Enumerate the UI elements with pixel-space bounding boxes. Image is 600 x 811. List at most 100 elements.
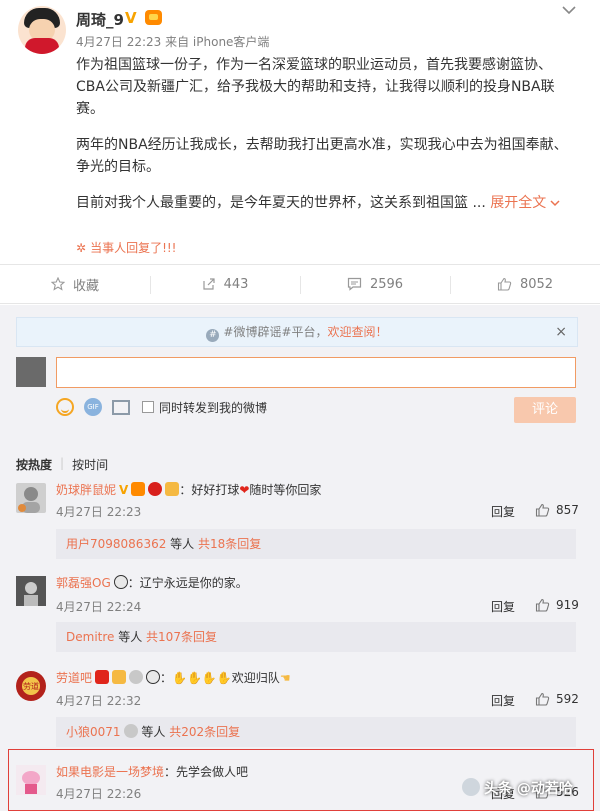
comment-line: 郭磊强OG ：辽宁永远是你的家。 (56, 574, 248, 591)
rumor-notice-bar: # #微博辟谣#平台，欢迎查阅！ × (16, 317, 578, 347)
post-paragraph: 目前对我个人最重要的，是今年夏天的世界杯，这关系到祖国篮 ... 展开全文 (76, 192, 568, 214)
comment-line: 劳道吧 ：✋✋✋✋欢迎归队☚ (56, 669, 291, 686)
verified-icon: V (125, 9, 137, 27)
sort-tabs: 按热度 | 按时间 (16, 456, 116, 473)
commenter-avatar[interactable] (16, 576, 46, 606)
chevron-down-icon[interactable] (562, 3, 578, 17)
panda-icon (146, 670, 161, 684)
comment-text: ：辽宁永远是你的家。 (127, 576, 248, 590)
sub-reply-mid: 等人 (137, 725, 170, 739)
reply-button[interactable]: 回复 (491, 598, 515, 615)
reply-button[interactable]: 回复 (491, 692, 515, 709)
tab-sort-hot[interactable]: 按热度 (16, 456, 52, 473)
repost-button[interactable]: 443 (150, 265, 300, 303)
expand-chevron-icon[interactable] (550, 192, 560, 214)
vip-crown-icon (145, 10, 162, 25)
star-icon (50, 277, 65, 291)
sub-reply-user[interactable]: 用户7098086362 (66, 537, 166, 551)
hashtag-icon: # (206, 329, 220, 342)
comment-like-button[interactable]: 857 (535, 503, 579, 517)
commenter-name[interactable]: 劳道吧 (56, 671, 92, 685)
comment-like-count: 919 (556, 598, 579, 612)
comment-date: 4月27日 22:32 (56, 694, 142, 708)
composer-toolbar: GIF 同时转发到我的微博 (56, 397, 267, 417)
thumbs-up-icon (535, 503, 550, 517)
comment-like-button[interactable]: 919 (535, 598, 579, 612)
gif-icon[interactable]: GIF (84, 398, 102, 416)
sub-reply-count[interactable]: 共18条回复 (198, 537, 261, 551)
thumbs-up-icon (497, 277, 512, 291)
my-avatar (16, 357, 46, 387)
watermark: 头条 @动若哈 (462, 778, 573, 798)
watermark-logo-icon (462, 778, 480, 796)
comment-like-button[interactable]: 592 (535, 692, 579, 706)
share-icon (202, 278, 215, 290)
sub-replies-box[interactable]: 小狼0071 等人 共202条回复 (56, 717, 576, 747)
notice-link[interactable]: 欢迎查阅！ (328, 325, 388, 339)
tab-separator: | (60, 456, 65, 470)
vip-crown-icon (131, 482, 146, 496)
emoji-icon[interactable] (56, 398, 74, 416)
sub-reply-count[interactable]: 共202条回复 (169, 725, 240, 739)
comment-icon (347, 277, 362, 291)
sub-replies-box[interactable]: Demitre 等人 共107条回复 (56, 622, 576, 652)
image-icon[interactable] (112, 399, 130, 415)
sparkle-icon: ✲ (76, 241, 87, 255)
svg-text:劳道: 劳道 (23, 681, 39, 691)
comment-count: 2596 (369, 276, 404, 292)
close-icon[interactable]: × (555, 318, 567, 346)
comment-like-count: 857 (556, 503, 579, 517)
like-button[interactable]: 8052 (450, 265, 600, 303)
weibo-post: 周琦_9 V 4月27日 22:23 来自 iPhone客户端 作为祖国篮球一份… (0, 0, 600, 262)
favorite-button[interactable]: 收藏 (0, 265, 150, 303)
commenter-avatar[interactable]: 劳道 (16, 671, 46, 701)
tab-sort-time[interactable]: 按时间 (72, 456, 108, 473)
repost-checkbox-label[interactable]: 同时转发到我的微博 (159, 399, 267, 416)
clapping-icons: ✋✋✋✋ (172, 671, 232, 685)
comment-like-count: 592 (556, 692, 579, 706)
commenter-avatar[interactable] (16, 483, 46, 513)
comment-text: ： (160, 671, 173, 685)
post-paragraph: 两年的NBA经历让我成长，去帮助我打出更高水准，实现我心中去为祖国奉献、争光的目… (76, 137, 568, 175)
comment-line: 奶球胖鼠妮 V ：好好打球❤随时等你回家 (56, 481, 321, 498)
party-reply-note[interactable]: ✲ 当事人回复了!!! (76, 239, 177, 256)
sub-reply-user[interactable]: 小狼0071 (66, 725, 121, 739)
medal-icon (148, 482, 163, 496)
sub-reply-mid: 等人 (114, 630, 147, 644)
verified-red-icon (95, 670, 110, 684)
action-bar: 收藏 443 2596 8052 (0, 264, 600, 304)
author-avatar[interactable] (18, 6, 66, 54)
comment-text-continued: 随时等你回家 (249, 483, 322, 497)
comment-date: 4月27日 22:24 (56, 600, 142, 614)
commenter-name[interactable]: 郭磊强OG (56, 576, 111, 590)
heart-icon: ❤ (239, 483, 250, 497)
fries-icon (112, 670, 127, 684)
emoji-badge-icon (165, 482, 180, 496)
panda-icon (113, 575, 128, 589)
submit-comment-button[interactable]: 评论 (514, 397, 576, 423)
comment-text: ：好好打球 (179, 483, 240, 497)
notice-text: #微博辟谣#平台， (223, 325, 328, 339)
verified-icon: V (119, 483, 129, 497)
author-name[interactable]: 周琦_9 (76, 9, 124, 30)
thumbs-up-icon (535, 692, 550, 706)
party-reply-label: 当事人回复了!!! (90, 241, 177, 255)
sub-replies-box[interactable]: 用户7098086362 等人 共18条回复 (56, 529, 576, 559)
reply-button[interactable]: 回复 (491, 503, 515, 520)
sub-reply-count[interactable]: 共107条回复 (146, 630, 217, 644)
comment-date: 4月27日 22:23 (56, 505, 142, 519)
sub-reply-user[interactable]: Demitre (66, 630, 114, 644)
medal-icon (123, 724, 138, 738)
pointing-hand-icon: ☚ (279, 671, 291, 685)
medal-icon (129, 670, 144, 684)
expand-link[interactable]: 展开全文 (490, 195, 546, 211)
comment-input[interactable] (56, 357, 576, 388)
thumbs-up-icon (535, 598, 550, 612)
post-paragraph: 作为祖国篮球一份子，作为一名深爱篮球的职业运动员，首先我要感谢篮协、CBA公司及… (76, 57, 555, 117)
repost-checkbox[interactable] (142, 401, 154, 413)
commenter-name[interactable]: 奶球胖鼠妮 (56, 483, 116, 497)
comment-button[interactable]: 2596 (300, 265, 450, 303)
like-count: 8052 (519, 276, 554, 292)
comment-text-continued: 欢迎归队 (231, 671, 280, 685)
post-paragraph-text: 目前对我个人最重要的，是今年夏天的世界杯，这关系到祖国篮 ... (76, 195, 486, 211)
